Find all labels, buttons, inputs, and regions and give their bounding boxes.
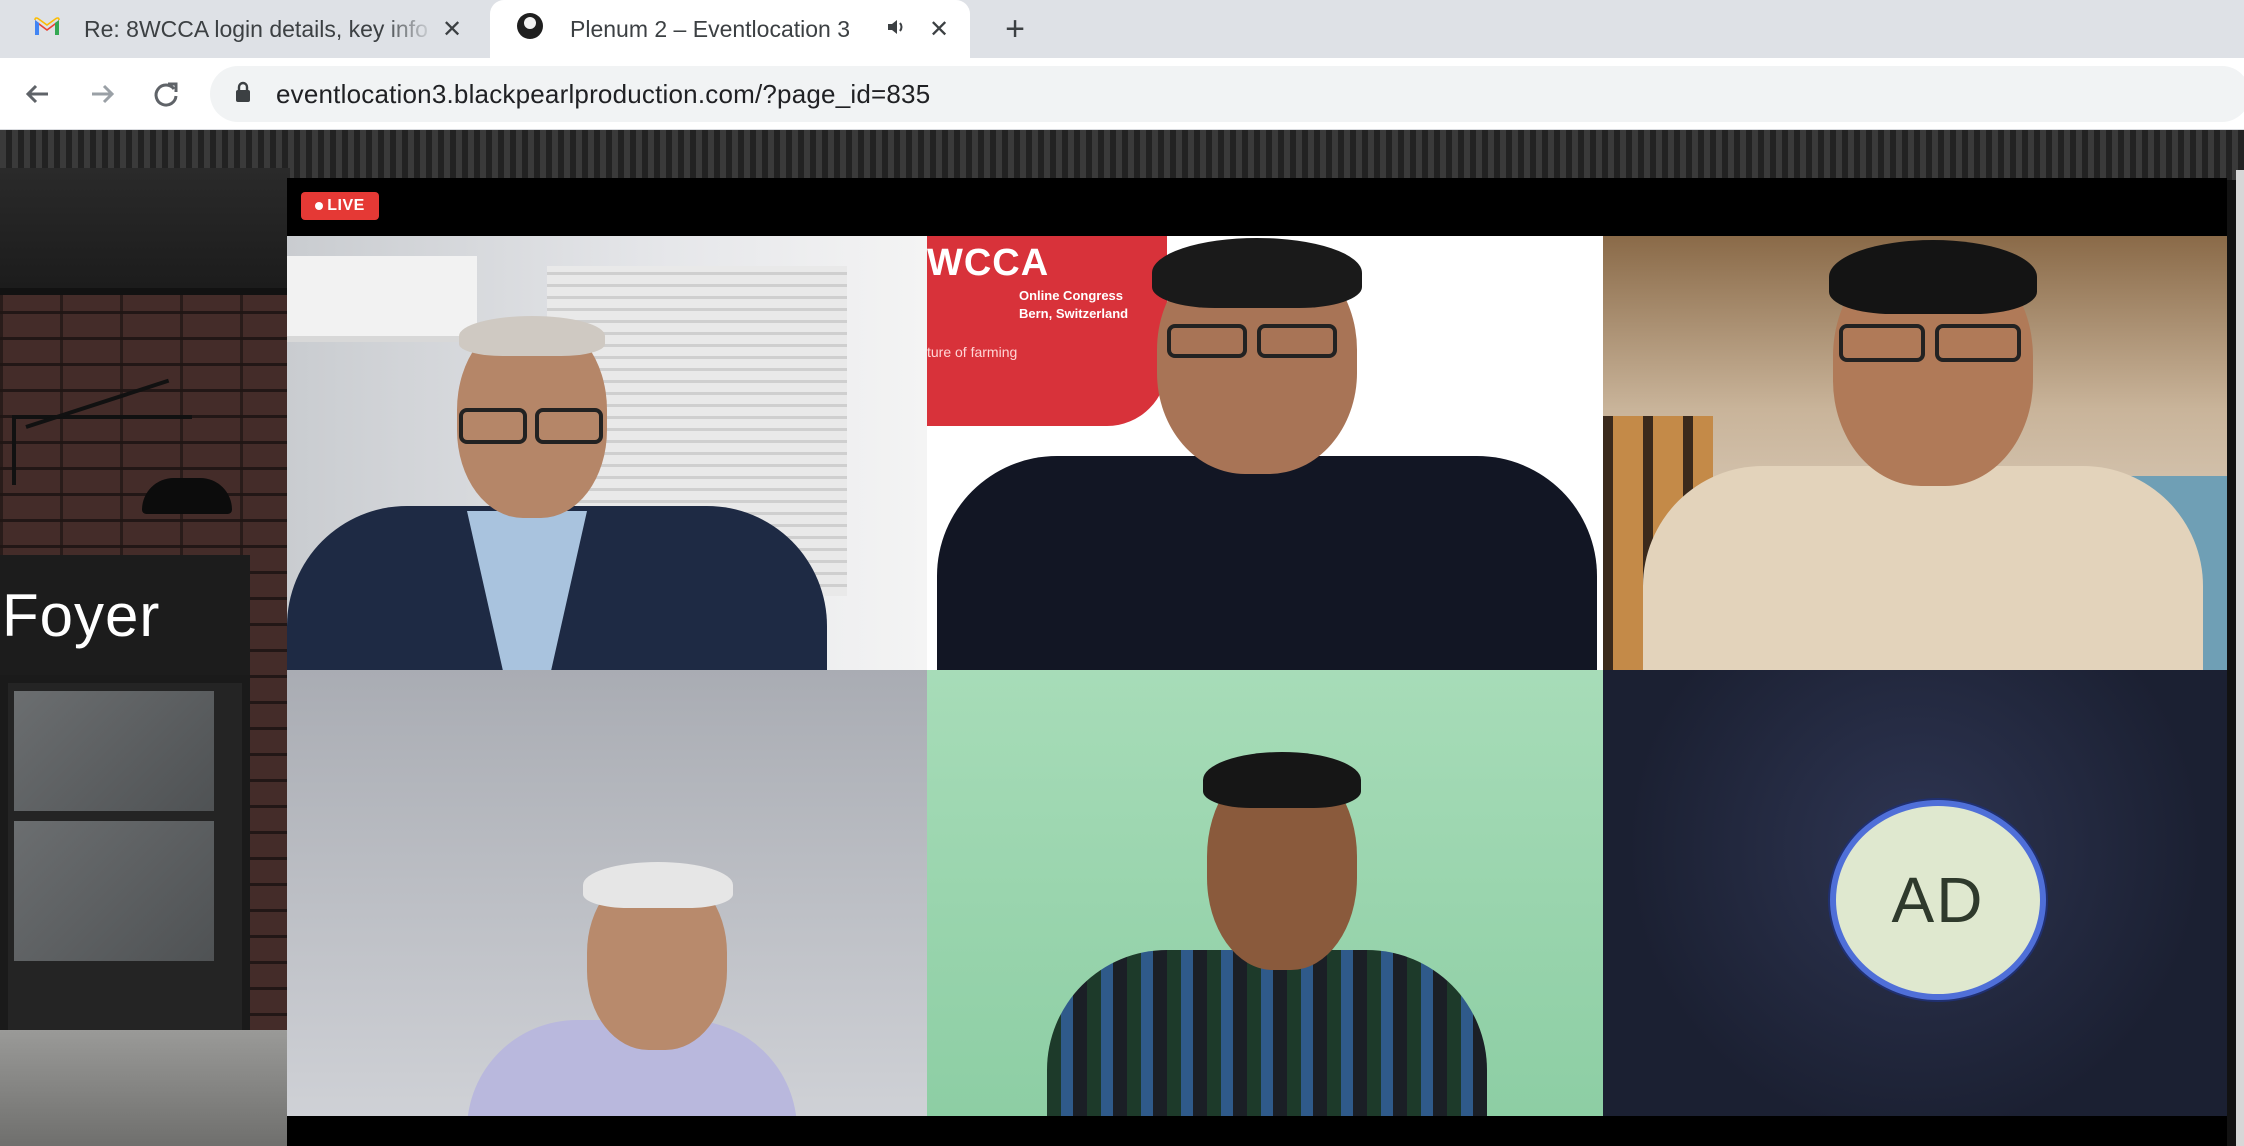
- reload-button[interactable]: [146, 74, 186, 114]
- avatar-initials: AD: [1891, 864, 1985, 936]
- ceiling-beam: [0, 168, 290, 288]
- close-tab-icon[interactable]: ✕: [435, 12, 469, 46]
- tab-plenum[interactable]: Plenum 2 – Eventlocation 3 ✕: [490, 0, 970, 58]
- forward-button[interactable]: [82, 74, 122, 114]
- wall-lamp-bracket: [12, 415, 192, 485]
- participant-tile[interactable]: [287, 236, 927, 670]
- live-dot-icon: [315, 202, 324, 210]
- foyer-label: Foyer: [2, 581, 161, 649]
- forward-arrow-icon: [92, 84, 115, 104]
- reload-icon: [154, 82, 178, 107]
- live-label: LIVE: [327, 197, 365, 214]
- lamp-icon: [142, 478, 232, 514]
- tab-gmail[interactable]: Re: 8WCCA login details, key info ✕: [18, 0, 483, 58]
- scrollbar[interactable]: [2236, 170, 2244, 1146]
- video-stream[interactable]: LIVE WCCA Online Congress Bern, Switzerl…: [287, 178, 2227, 1146]
- participant-video: [287, 670, 927, 1116]
- floor: [0, 1030, 290, 1146]
- tab-strip: Re: 8WCCA login details, key info ✕ Plen…: [0, 0, 2244, 58]
- participant-video: [1603, 236, 2227, 670]
- url-text: eventlocation3.blackpearlproduction.com/…: [276, 78, 931, 109]
- participant-video: [927, 670, 1603, 1116]
- participant-video: [927, 236, 1603, 670]
- site-icon: [516, 12, 544, 46]
- close-tab-icon[interactable]: ✕: [922, 12, 956, 46]
- live-badge: LIVE: [301, 192, 379, 220]
- ceiling: [0, 130, 2244, 180]
- participant-tile-avatar[interactable]: AD: [1603, 670, 2227, 1116]
- virtual-venue: Foyer LIVE WCCA Online Congress Bern, Sw…: [0, 130, 2244, 1146]
- door-window: [14, 821, 214, 961]
- participant-tile[interactable]: [287, 670, 927, 1116]
- speaker-icon[interactable]: [886, 16, 910, 43]
- new-tab-button[interactable]: +: [996, 10, 1034, 48]
- gmail-icon: [34, 16, 60, 43]
- address-bar[interactable]: eventlocation3.blackpearlproduction.com/…: [210, 66, 2244, 122]
- browser-toolbar: eventlocation3.blackpearlproduction.com/…: [0, 58, 2244, 130]
- participant-tile[interactable]: WCCA Online Congress Bern, Switzerland t…: [927, 236, 1603, 670]
- participant-video: [287, 236, 927, 670]
- tab-title: Plenum 2 – Eventlocation 3: [570, 15, 851, 42]
- tab-title: Re: 8WCCA login details, key info: [84, 15, 428, 42]
- avatar: AD: [1830, 800, 2046, 1000]
- participant-tile[interactable]: [927, 670, 1603, 1116]
- door-window: [14, 691, 214, 811]
- lock-icon: [234, 81, 252, 108]
- participant-tile[interactable]: [1603, 236, 2227, 670]
- back-arrow-icon: [25, 84, 48, 104]
- back-button[interactable]: [18, 74, 58, 114]
- foyer-sign[interactable]: Foyer: [0, 555, 250, 675]
